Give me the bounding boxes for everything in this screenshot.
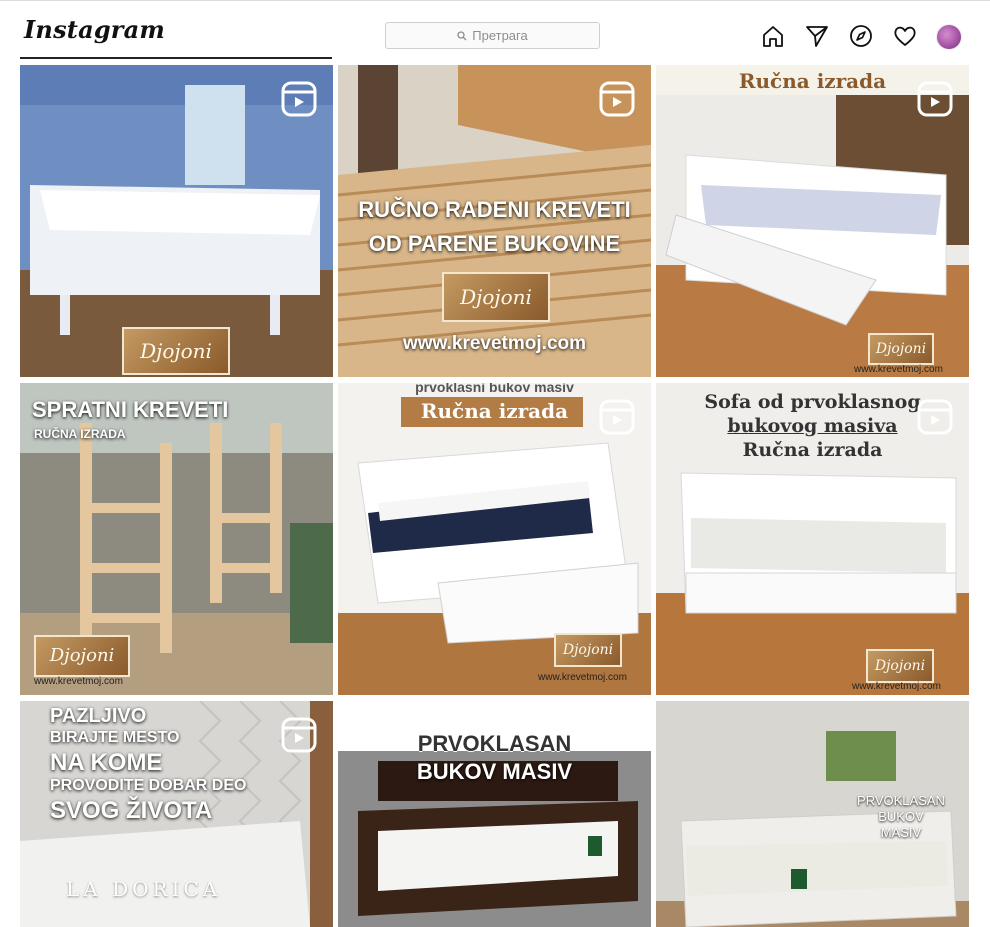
post-url: www.krevetmoj.com (852, 681, 941, 692)
direct-message-icon[interactable] (804, 23, 830, 49)
caption-line: NA KOME (50, 749, 163, 776)
brand-watermark: Djojoni (866, 649, 934, 683)
reel-icon (281, 717, 317, 753)
caption-line: PRVOKLASAN (417, 731, 572, 756)
caption-line: MASIV (880, 825, 922, 840)
search-placeholder: Претрага (472, 28, 528, 43)
brand-watermark: Djojoni (868, 333, 934, 365)
profile-avatar[interactable] (936, 24, 962, 50)
reel-icon (281, 81, 317, 117)
logo-underline (20, 57, 332, 59)
caption-line: Ručna izrada (742, 439, 883, 461)
search-input[interactable]: Претрага (385, 22, 600, 49)
post-url: www.krevetmoj.com (854, 364, 943, 375)
caption-line: RUČNO RADENI KREVETI (358, 197, 631, 222)
post-tile[interactable]: PRVOKLASAN BUKOV MASIV (338, 701, 651, 927)
post-tile[interactable]: prvoklasni bukov masiv Ručna izrada Djoj… (338, 383, 651, 695)
brand-watermark: Djojoni (554, 633, 622, 667)
post-tile[interactable]: Ručna izrada Djojoni www.krevetmoj.com (656, 65, 969, 377)
caption-line: BUKOV MASIV (416, 759, 573, 784)
post-tile[interactable]: PRVOKLASAN BUKOV MASIV (656, 701, 969, 927)
post-url: www.krevetmoj.com (538, 672, 627, 683)
caption-line: BUKOV (878, 809, 924, 824)
heart-icon[interactable] (892, 23, 918, 49)
top-navigation-bar: Instagram Претрага (0, 0, 990, 63)
brand-watermark: Djojoni (34, 635, 130, 677)
home-icon[interactable] (760, 23, 786, 49)
caption-line: SVOG ŽIVOTA (50, 797, 213, 824)
post-tile[interactable]: Djojoni (20, 65, 333, 377)
search-icon (457, 30, 467, 40)
post-tile[interactable]: PAZLJIVO BIRAJTE MESTO NA KOME PROVODITE… (20, 701, 333, 927)
caption-line: OD PARENE BUKOVINE (368, 231, 621, 256)
posts-grid: Djojoni RUČNO RADENI KREVETI OD PARENE B… (20, 65, 969, 927)
brand-watermark: LA DORICA (66, 877, 222, 901)
reel-icon (917, 81, 953, 117)
caption-line: PROVODITE DOBAR DEO (50, 777, 247, 794)
brand-watermark: Djojoni (442, 272, 550, 322)
caption-line: RUČNA IZRADA (34, 427, 126, 441)
caption-line: prvoklasni bukov masiv (415, 383, 574, 395)
post-tile[interactable]: SPRATNI KREVETI RUČNA IZRADA Djojoni www… (20, 383, 333, 695)
brand-watermark: Djojoni (122, 327, 230, 375)
reel-icon (599, 81, 635, 117)
post-url: www.krevetmoj.com (34, 676, 123, 687)
post-tile[interactable]: RUČNO RADENI KREVETI OD PARENE BUKOVINE … (338, 65, 651, 377)
post-tile[interactable]: Sofa od prvoklasnog bukovog masiva Ručna… (656, 383, 969, 695)
reel-icon (599, 399, 635, 435)
caption-line: PRVOKLASAN (857, 793, 945, 808)
instagram-logo[interactable]: Instagram (24, 15, 165, 44)
explore-compass-icon[interactable] (848, 23, 874, 49)
caption-line: SPRATNI KREVETI (32, 397, 229, 422)
reel-icon (917, 399, 953, 435)
post-url: www.krevetmoj.com (402, 333, 587, 354)
